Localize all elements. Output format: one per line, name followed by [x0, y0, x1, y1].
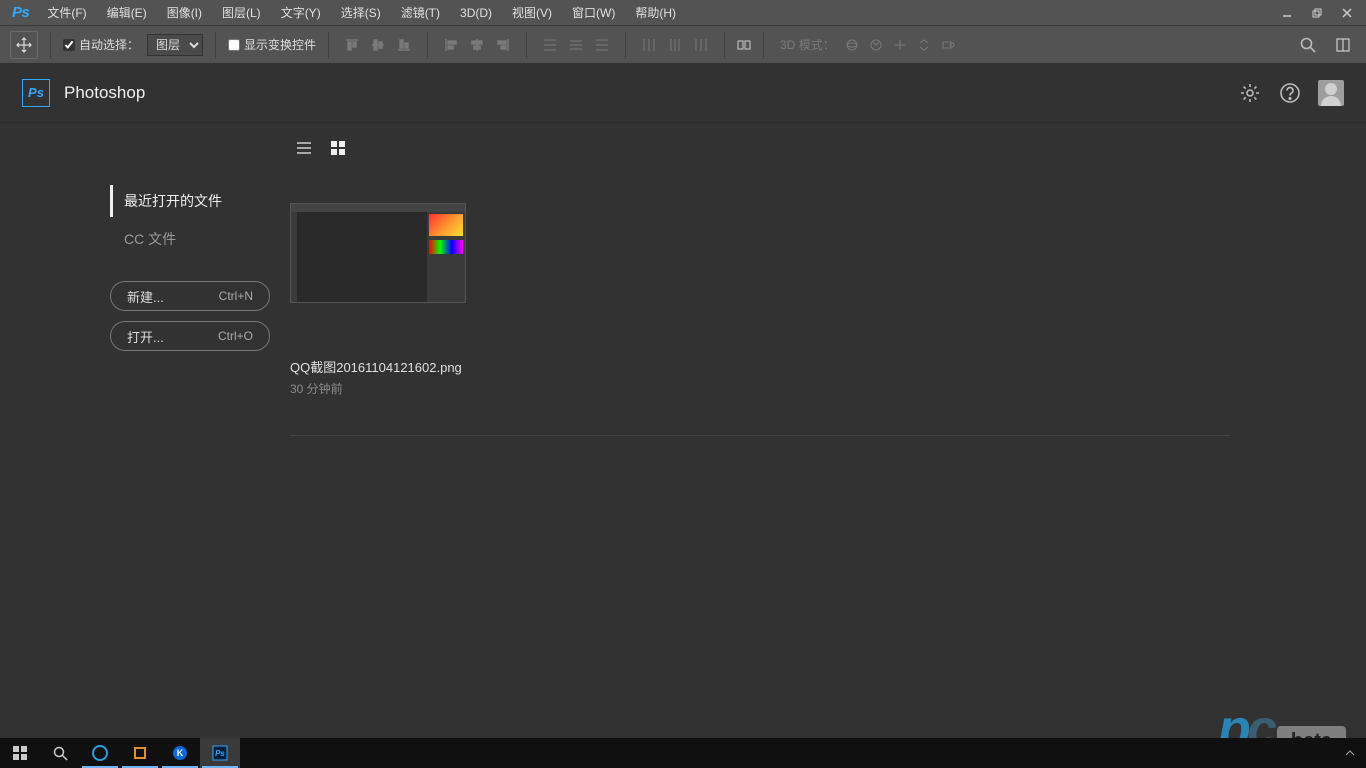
open-shortcut: Ctrl+O — [218, 329, 253, 343]
window-controls — [1272, 1, 1362, 24]
options-right — [1296, 33, 1356, 57]
distribute-icons-group-2 — [638, 34, 712, 56]
grid-view-icon[interactable] — [330, 140, 346, 156]
divider — [328, 32, 329, 58]
taskbar-app-3[interactable]: K — [160, 738, 200, 768]
mode-3d-label: 3D 模式： — [780, 36, 835, 53]
minimize-button[interactable] — [1272, 1, 1302, 24]
menu-view[interactable]: 视图(V) — [502, 0, 562, 25]
options-bar: 自动选择： 图层 显示变换控件 3D 模式： — [0, 25, 1366, 63]
show-transform-checkbox[interactable]: 显示变换控件 — [228, 36, 316, 53]
align-icons-group-1 — [341, 34, 415, 56]
align-right-icon[interactable] — [492, 34, 514, 56]
windows-taskbar: K Ps — [0, 738, 1366, 768]
start-side-nav: 最近打开的文件 CC 文件 — [110, 185, 290, 255]
auto-align-icon[interactable] — [737, 38, 751, 52]
search-icon[interactable] — [1296, 33, 1320, 57]
distribute-hcenter-icon[interactable] — [664, 34, 686, 56]
settings-gear-icon[interactable] — [1238, 81, 1262, 105]
menu-help[interactable]: 帮助(H) — [625, 0, 686, 25]
auto-select-input[interactable] — [63, 39, 75, 51]
distribute-vcenter-icon[interactable] — [565, 34, 587, 56]
maximize-button[interactable] — [1302, 1, 1332, 24]
mode-3d-icons — [843, 36, 957, 54]
recent-files-area: QQ截图20161104121602.png 30 分钟前 — [290, 143, 1366, 738]
open-label: 打开... — [127, 327, 164, 346]
new-label: 新建... — [127, 287, 164, 306]
show-transform-input[interactable] — [228, 39, 240, 51]
taskbar-photoshop[interactable]: Ps — [200, 738, 240, 768]
show-transform-label: 显示变换控件 — [244, 36, 316, 53]
svg-text:Ps: Ps — [215, 749, 225, 758]
nav-recent-files[interactable]: 最近打开的文件 — [110, 185, 290, 217]
tray-up-icon[interactable] — [1344, 747, 1356, 759]
taskbar-tray[interactable] — [1344, 747, 1366, 759]
start-header: Ps Photoshop — [0, 63, 1366, 123]
align-top-icon[interactable] — [341, 34, 363, 56]
distribute-right-icon[interactable] — [690, 34, 712, 56]
auto-select-checkbox[interactable]: 自动选择： — [63, 36, 139, 53]
ps-badge-icon: Ps — [22, 79, 50, 107]
section-divider — [290, 435, 1230, 436]
recent-file-time: 30 分钟前 — [290, 380, 1366, 397]
orbit-icon[interactable] — [843, 36, 861, 54]
distribute-left-icon[interactable] — [638, 34, 660, 56]
menu-image[interactable]: 图像(I) — [157, 0, 212, 25]
divider — [724, 32, 725, 58]
menu-type[interactable]: 文字(Y) — [271, 0, 331, 25]
pan-icon[interactable] — [891, 36, 909, 54]
arrange-documents-icon[interactable] — [1332, 33, 1356, 57]
distribute-bottom-icon[interactable] — [591, 34, 613, 56]
align-icons-group-2 — [440, 34, 514, 56]
menu-filter[interactable]: 滤镜(T) — [391, 0, 450, 25]
menu-layer[interactable]: 图层(L) — [212, 0, 271, 25]
taskbar-start-button[interactable] — [0, 738, 40, 768]
menu-3d[interactable]: 3D(D) — [450, 0, 502, 25]
align-bottom-icon[interactable] — [393, 34, 415, 56]
divider — [625, 32, 626, 58]
new-shortcut: Ctrl+N — [219, 289, 253, 303]
move-tool-icon[interactable] — [10, 31, 38, 59]
menu-select[interactable]: 选择(S) — [331, 0, 391, 25]
menubar: Ps 文件(F) 编辑(E) 图像(I) 图层(L) 文字(Y) 选择(S) 滤… — [0, 0, 1366, 25]
svg-text:K: K — [177, 748, 184, 758]
slide-icon[interactable] — [915, 36, 933, 54]
roll-icon[interactable] — [867, 36, 885, 54]
recent-file-thumbnail[interactable] — [290, 203, 466, 303]
new-button[interactable]: 新建... Ctrl+N — [110, 281, 270, 311]
recent-file-name: QQ截图20161104121602.png — [290, 357, 1366, 376]
divider — [427, 32, 428, 58]
user-avatar-icon[interactable] — [1318, 80, 1344, 106]
align-hcenter-icon[interactable] — [466, 34, 488, 56]
divider — [526, 32, 527, 58]
action-pills: 新建... Ctrl+N 打开... Ctrl+O — [110, 281, 290, 351]
divider — [50, 32, 51, 58]
close-button[interactable] — [1332, 1, 1362, 24]
nav-cc-files[interactable]: CC 文件 — [110, 223, 290, 255]
divider — [763, 32, 764, 58]
auto-select-target-dropdown[interactable]: 图层 — [147, 34, 203, 56]
start-screen-body: 最近打开的文件 CC 文件 新建... Ctrl+N 打开... Ctrl+O … — [0, 123, 1366, 738]
menu-file[interactable]: 文件(F) — [37, 0, 96, 25]
help-icon[interactable] — [1278, 81, 1302, 105]
list-view-icon[interactable] — [296, 140, 312, 156]
distribute-top-icon[interactable] — [539, 34, 561, 56]
divider — [215, 32, 216, 58]
taskbar-app-2[interactable] — [120, 738, 160, 768]
align-vcenter-icon[interactable] — [367, 34, 389, 56]
app-logo-text: Ps — [4, 4, 37, 21]
distribute-icons-group-1 — [539, 34, 613, 56]
start-side-column: 最近打开的文件 CC 文件 新建... Ctrl+N 打开... Ctrl+O — [110, 143, 290, 738]
open-button[interactable]: 打开... Ctrl+O — [110, 321, 270, 351]
menu-window[interactable]: 窗口(W) — [562, 0, 625, 25]
auto-select-label: 自动选择： — [79, 36, 139, 53]
taskbar-search-icon[interactable] — [40, 738, 80, 768]
align-left-icon[interactable] — [440, 34, 462, 56]
menu-edit[interactable]: 编辑(E) — [97, 0, 157, 25]
taskbar-app-1[interactable] — [80, 738, 120, 768]
zoom-3d-icon[interactable] — [939, 36, 957, 54]
app-title: Photoshop — [64, 83, 145, 103]
view-toggle — [296, 133, 346, 163]
